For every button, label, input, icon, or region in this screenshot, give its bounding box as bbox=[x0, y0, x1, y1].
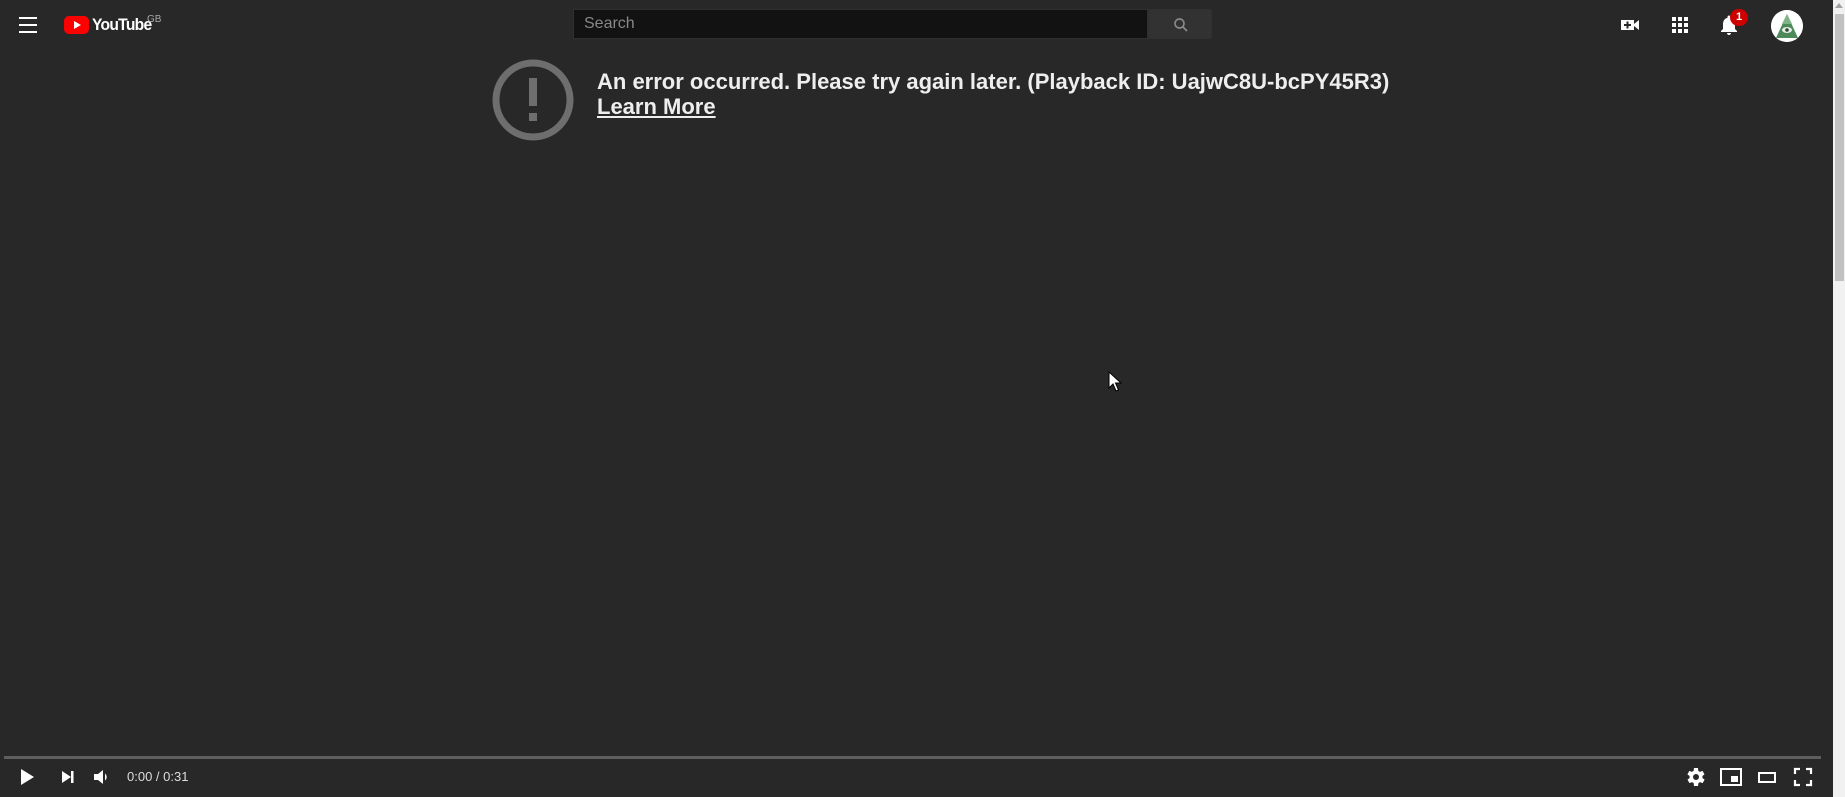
youtube-logo[interactable]: YouTube bbox=[64, 14, 157, 36]
masthead: YouTube GB Search 1 bbox=[0, 0, 1833, 50]
theater-mode-button[interactable] bbox=[1755, 765, 1779, 789]
miniplayer-button[interactable] bbox=[1719, 765, 1743, 789]
gear-icon bbox=[1687, 768, 1705, 786]
play-icon bbox=[21, 769, 34, 785]
error-message-block: An error occurred. Please try again late… bbox=[597, 69, 1389, 119]
notification-badge: 1 bbox=[1730, 9, 1748, 26]
progress-bar[interactable] bbox=[4, 756, 1821, 759]
scroll-thumb[interactable] bbox=[1835, 14, 1844, 281]
page-scrollbar[interactable] bbox=[1833, 0, 1845, 797]
region-code: GB bbox=[147, 14, 162, 25]
error-icon bbox=[492, 59, 574, 141]
page: YouTube GB Search 1 An error occurred. P… bbox=[0, 0, 1833, 797]
error-message: An error occurred. Please try again late… bbox=[597, 69, 1390, 94]
theater-mode-icon bbox=[1758, 772, 1776, 783]
avatar[interactable] bbox=[1771, 10, 1803, 42]
fullscreen-icon bbox=[1793, 767, 1813, 787]
mouse-cursor-icon bbox=[1108, 371, 1122, 392]
miniplayer-icon bbox=[1720, 768, 1742, 786]
time-display: 0:00 / 0:31 bbox=[127, 769, 189, 784]
search-input[interactable] bbox=[574, 10, 1147, 38]
fullscreen-button[interactable] bbox=[1791, 765, 1815, 789]
apps-icon bbox=[1672, 17, 1688, 33]
search-button[interactable] bbox=[1148, 9, 1212, 39]
menu-icon bbox=[16, 17, 40, 33]
avatar-image bbox=[1771, 10, 1803, 42]
next-button[interactable] bbox=[56, 765, 80, 789]
create-video-button[interactable] bbox=[1618, 13, 1642, 37]
next-icon bbox=[62, 771, 74, 783]
scroll-up-arrow-icon[interactable] bbox=[1835, 3, 1843, 8]
search-icon bbox=[1174, 18, 1188, 32]
youtube-play-icon bbox=[64, 16, 89, 34]
search-box bbox=[573, 9, 1148, 39]
create-video-icon bbox=[1621, 20, 1639, 30]
menu-button[interactable] bbox=[16, 14, 40, 36]
volume-icon bbox=[94, 770, 107, 784]
play-button[interactable] bbox=[15, 765, 39, 789]
learn-more-link[interactable]: Learn More bbox=[597, 94, 716, 119]
mute-button[interactable] bbox=[90, 765, 114, 789]
settings-button[interactable] bbox=[1683, 765, 1707, 789]
apps-button[interactable] bbox=[1668, 13, 1692, 37]
logo-text: YouTube bbox=[92, 15, 152, 34]
